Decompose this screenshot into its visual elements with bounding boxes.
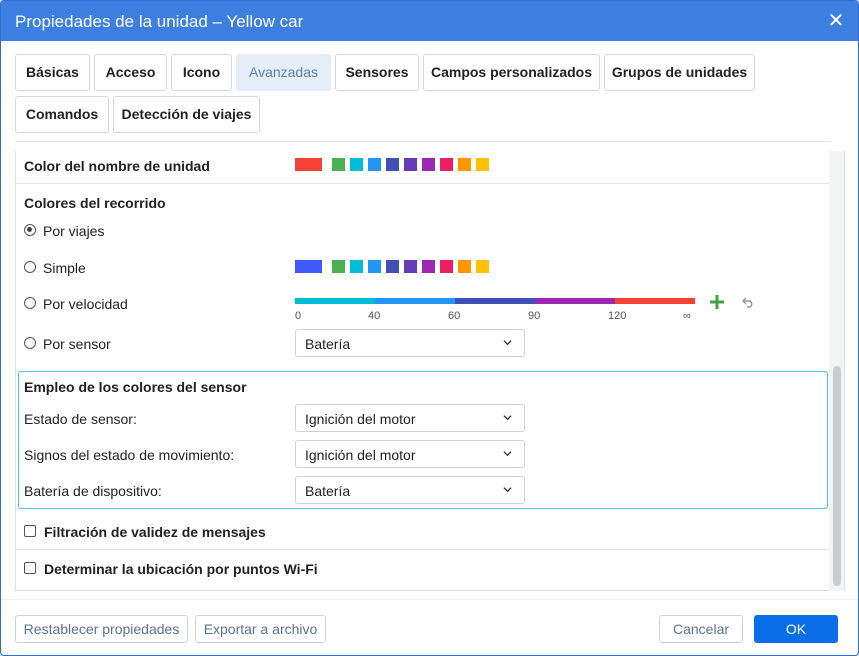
motion-state-select[interactable]: Ignición del motor — [295, 440, 525, 468]
speed-segment[interactable] — [535, 298, 615, 304]
by-sensor-label: Por sensor — [43, 336, 111, 352]
tabs-divider — [15, 141, 831, 142]
track-colors-heading: Colores del recorrido — [24, 195, 166, 211]
radio-simple[interactable] — [24, 261, 36, 273]
tab-campos-personalizados[interactable]: Campos personalizados — [423, 54, 600, 91]
speed-segment[interactable] — [375, 298, 455, 304]
undo-icon[interactable] — [742, 296, 755, 308]
ok-button[interactable]: OK — [754, 615, 838, 643]
export-to-file-button[interactable]: Exportar a archivo — [195, 615, 326, 643]
color-swatch[interactable] — [350, 260, 363, 273]
chevron-down-icon — [503, 487, 512, 493]
chevron-down-icon — [503, 451, 512, 457]
sensor-colors-heading: Empleo de los colores del sensor — [24, 379, 247, 395]
tab-avanzadas[interactable]: Avanzadas — [236, 54, 331, 91]
sensor-state-label: Estado de sensor: — [24, 411, 137, 427]
add-speed-range-icon[interactable] — [710, 295, 724, 309]
track-sensor-value: Batería — [305, 336, 351, 352]
simple-label: Simple — [43, 260, 86, 276]
tab-icono[interactable]: Icono — [171, 54, 232, 91]
cancel-button[interactable]: Cancelar — [659, 615, 743, 643]
color-swatch[interactable] — [386, 158, 399, 171]
device-battery-select[interactable]: Batería — [295, 476, 525, 504]
color-swatch[interactable] — [440, 260, 453, 273]
filter-validity-label: Filtración de validez de mensajes — [44, 524, 266, 540]
speed-segment[interactable] — [615, 298, 695, 304]
radio-by-sensor[interactable] — [24, 337, 36, 349]
wifi-location-label: Determinar la ubicación por puntos Wi-Fi — [44, 561, 318, 577]
tab-comandos[interactable]: Comandos — [15, 96, 109, 133]
color-swatch[interactable] — [332, 158, 345, 171]
motion-state-value: Ignición del motor — [305, 447, 416, 463]
speed-tick-label: 60 — [448, 310, 461, 322]
color-swatch[interactable] — [458, 158, 471, 171]
dialog-title: Propiedades de la unidad – Yellow car — [15, 12, 304, 31]
row-divider — [16, 549, 829, 550]
filter-validity-checkbox[interactable] — [24, 525, 36, 537]
speed-tick-label: ∞ — [683, 310, 691, 322]
color-swatch[interactable] — [476, 158, 489, 171]
radio-by-trips[interactable] — [24, 224, 36, 236]
chevron-down-icon — [503, 340, 512, 346]
tab-acceso[interactable]: Acceso — [94, 54, 167, 91]
radio-by-speed[interactable] — [24, 297, 36, 309]
color-swatch[interactable] — [458, 260, 471, 273]
by-trips-label: Por viajes — [43, 223, 105, 239]
tab-grupos-de-unidades[interactable]: Grupos de unidades — [604, 54, 755, 91]
motion-state-label: Signos del estado de movimiento: — [24, 447, 235, 463]
color-swatch[interactable] — [422, 158, 435, 171]
tab-deteccion-de-viajes[interactable]: Detección de viajes — [113, 96, 260, 133]
speed-tick-label: 90 — [528, 310, 541, 322]
color-swatch[interactable] — [332, 260, 345, 273]
tab-basicas[interactable]: Básicas — [15, 54, 90, 91]
speed-segment[interactable] — [295, 298, 375, 304]
speed-tick-label: 120 — [608, 310, 627, 322]
device-battery-label: Batería de dispositivo: — [24, 483, 162, 499]
color-swatch[interactable] — [386, 260, 399, 273]
color-swatch[interactable] — [350, 158, 363, 171]
track-sensor-select[interactable]: Batería — [295, 329, 525, 357]
reset-properties-button[interactable]: Restablecer propiedades — [15, 615, 188, 643]
speed-segment[interactable] — [455, 298, 535, 304]
unit-properties-dialog: Propiedades de la unidad – Yellow car ✕ … — [0, 0, 859, 656]
simple-color-selected[interactable] — [295, 260, 322, 273]
color-swatch[interactable] — [476, 260, 489, 273]
sensor-state-value: Ignición del motor — [305, 411, 416, 427]
color-swatch[interactable] — [422, 260, 435, 273]
device-battery-value: Batería — [305, 483, 351, 499]
speed-tick-label: 40 — [368, 310, 381, 322]
chevron-down-icon — [503, 415, 512, 421]
color-swatch[interactable] — [440, 158, 453, 171]
color-swatch[interactable] — [368, 260, 381, 273]
scrollbar-thumb[interactable] — [833, 366, 841, 586]
tab-sensores[interactable]: Sensores — [335, 54, 419, 91]
title-bar: Propiedades de la unidad – Yellow car ✕ — [1, 1, 858, 41]
sensor-state-select[interactable]: Ignición del motor — [295, 404, 525, 432]
wifi-location-checkbox[interactable] — [24, 562, 36, 574]
close-icon[interactable]: ✕ — [824, 9, 848, 33]
speed-tick-label: 0 — [295, 310, 302, 322]
unit-name-color-label: Color del nombre de unidad — [24, 158, 210, 174]
color-swatch[interactable] — [368, 158, 381, 171]
color-swatch[interactable] — [404, 158, 417, 171]
color-swatch[interactable] — [404, 260, 417, 273]
footer-divider — [1, 599, 858, 600]
by-speed-label: Por velocidad — [43, 296, 128, 312]
unit-name-color-selected[interactable] — [295, 158, 322, 171]
row-divider — [16, 183, 829, 184]
